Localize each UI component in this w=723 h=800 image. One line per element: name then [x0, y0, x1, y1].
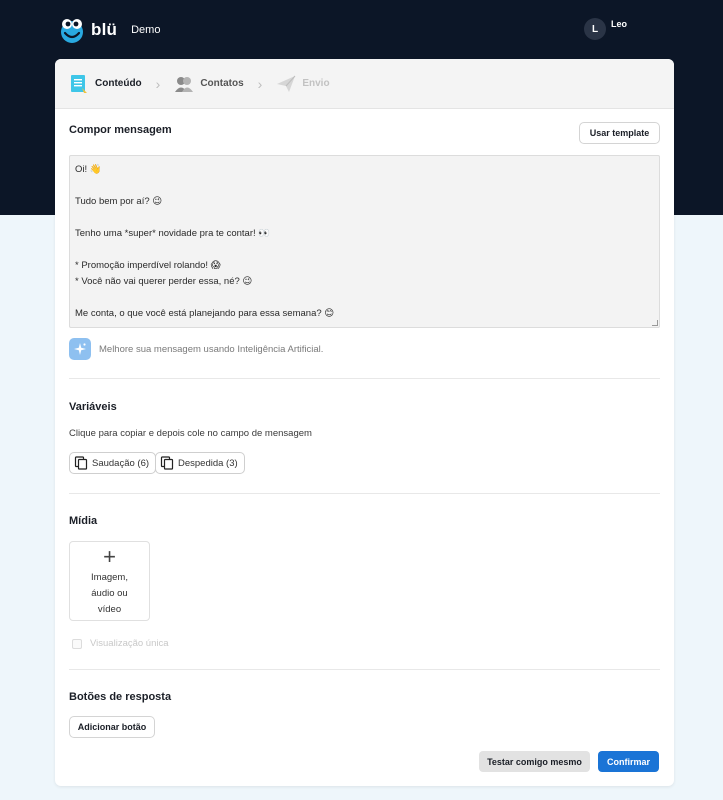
chevron-right-icon: ›: [155, 75, 161, 92]
add-media-button[interactable]: + Imagem, áudio ou vídeo: [69, 541, 150, 621]
message-line: Tudo bem por aí? 😉: [75, 196, 163, 207]
single-view-checkbox[interactable]: [72, 638, 82, 649]
compose-title: Compor mensagem: [69, 124, 172, 136]
ai-hint: Melhore sua mensagem usando Inteligência…: [99, 343, 324, 355]
divider: [69, 493, 660, 494]
step-conteudo[interactable]: Conteúdo: [69, 74, 142, 94]
single-view-option[interactable]: Visualização única: [72, 638, 169, 649]
chevron-right-icon: ›: [257, 75, 263, 92]
confirm-button[interactable]: Confirmar: [598, 751, 659, 772]
message-line: Me conta, o que você está planejando par…: [75, 308, 335, 319]
document-icon: [71, 74, 87, 93]
sparkle-icon[interactable]: [69, 338, 91, 360]
test-myself-button[interactable]: Testar comigo mesmo: [479, 751, 590, 772]
add-media-label: Imagem, áudio ou vídeo: [91, 572, 128, 615]
media-title: Mídia: [69, 515, 98, 527]
brand[interactable]: blü Demo: [58, 16, 160, 44]
divider: [69, 669, 660, 670]
add-reply-button[interactable]: Adicionar botão: [69, 716, 155, 738]
reply-buttons-title: Botões de resposta: [69, 691, 172, 703]
step-envio[interactable]: Envio: [276, 74, 330, 94]
message-line: Tenho uma *super* novidade pra te contar…: [75, 228, 271, 239]
chip-label: Despedida (3): [178, 457, 238, 469]
user-name[interactable]: Leo: [611, 19, 627, 29]
message-line: Oi! 👋: [75, 164, 102, 175]
use-template-button[interactable]: Usar template: [579, 122, 660, 144]
stepper: Conteúdo › Contatos › Envio: [55, 59, 674, 109]
paper-plane-icon: [277, 75, 296, 92]
brand-name: blü: [91, 20, 118, 39]
avatar[interactable]: L: [584, 18, 606, 40]
message-line: * Você não vai querer perder essa, né? 😉: [75, 276, 253, 287]
ai-improve-row[interactable]: Melhore sua mensagem usando Inteligência…: [69, 338, 323, 360]
step-contatos[interactable]: Contatos: [174, 74, 244, 94]
step-label: Envio: [302, 78, 330, 89]
variables-hint: Clique para copiar e depois cole no camp…: [69, 428, 312, 439]
message-line: * Promoção imperdível rolando! 😱: [75, 260, 221, 271]
plus-icon: +: [103, 544, 116, 569]
single-view-label: Visualização única: [90, 638, 169, 649]
chip-label: Saudação (6): [92, 457, 150, 469]
blu-mascot-logo-icon: [61, 19, 83, 43]
contacts-icon: [175, 76, 194, 92]
variable-chip-saudacao[interactable]: Saudação (6): [69, 452, 157, 474]
environment-label: Demo: [131, 24, 161, 36]
divider: [69, 378, 660, 379]
step-label: Contatos: [200, 78, 244, 89]
variable-chip-despedida[interactable]: Despedida (3): [155, 452, 245, 474]
resize-handle[interactable]: [652, 320, 658, 326]
campaign-card: Conteúdo › Contatos › Envio Compor mensa…: [55, 59, 674, 786]
step-label: Conteúdo: [95, 78, 142, 89]
message-textarea[interactable]: Oi! 👋 Tudo bem por aí? 😉 Tenho uma *supe…: [69, 155, 660, 328]
variables-title: Variáveis: [69, 401, 117, 413]
copy-icon: [160, 456, 174, 470]
copy-icon: [74, 456, 88, 470]
